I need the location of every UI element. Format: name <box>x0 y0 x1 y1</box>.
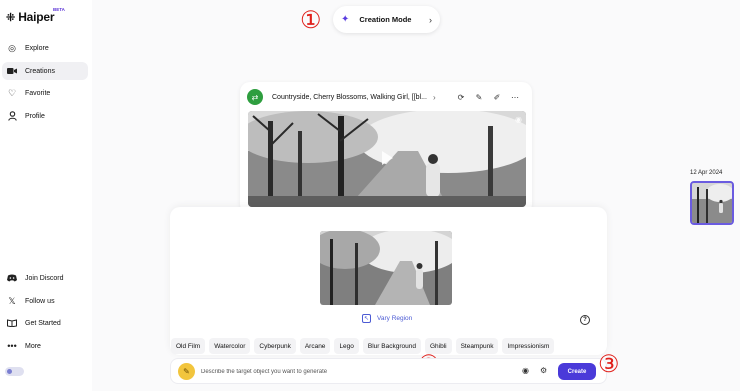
sidebar-item-label: Creations <box>25 67 55 75</box>
video-prompt[interactable]: Countryside, Cherry Blossoms, Walking Gi… <box>272 94 427 101</box>
style-chip[interactable]: Steampunk <box>455 338 499 354</box>
brush-icon[interactable]: ✎ <box>178 363 195 380</box>
region-preview-image[interactable] <box>320 231 452 305</box>
sidebar-item-creations[interactable]: Creations <box>2 62 88 80</box>
sidebar-item-label: More <box>25 342 41 350</box>
style-chip[interactable]: Lego <box>334 338 359 354</box>
x-icon: 𝕏 <box>8 295 16 306</box>
edit-badge-icon: ⇄ <box>247 89 263 105</box>
more-icon: ••• <box>7 341 17 351</box>
vary-region-label: Vary Region <box>377 315 413 322</box>
sidebar-item-label: Explore <box>25 44 49 52</box>
sidebar-item-favorite[interactable]: ♡ Favorite <box>2 84 88 102</box>
sidebar-item-explore[interactable]: ◎ Explore <box>2 39 88 57</box>
edit-icon[interactable]: ✎ <box>473 91 485 103</box>
video-card: ⇄ Countryside, Cherry Blossoms, Walking … <box>240 82 532 214</box>
chevron-right-icon[interactable]: › <box>433 93 436 102</box>
creation-mode-label: Creation Mode <box>359 15 412 24</box>
style-chip[interactable]: Impressionism <box>502 338 555 354</box>
sidebar-item-label: Profile <box>25 112 45 120</box>
style-chip[interactable]: Watercolor <box>209 338 251 354</box>
heart-icon: ♡ <box>7 87 17 98</box>
history-date: 12 Apr 2024 <box>690 170 723 176</box>
sidebar-item-more[interactable]: ••• More <box>2 337 88 355</box>
eye-icon[interactable]: ◉ <box>522 366 529 375</box>
logo[interactable]: ⁜ Haiper BETA <box>6 7 65 24</box>
help-icon[interactable]: ? <box>580 315 590 325</box>
create-button[interactable]: Create <box>558 363 596 380</box>
vary-region-icon: ↖ <box>362 314 371 323</box>
target-object-input[interactable] <box>201 365 501 378</box>
compass-icon: ◎ <box>8 42 16 53</box>
annotation-marker-3: ③ <box>598 350 620 378</box>
style-chip[interactable]: Cyberpunk <box>254 338 296 354</box>
sidebar-item-get-started[interactable]: Get Started <box>2 314 88 332</box>
video-icon <box>7 66 17 76</box>
book-icon <box>7 318 17 328</box>
app-name: Haiper <box>18 10 55 24</box>
beta-badge: BETA <box>53 7 65 12</box>
video-card-header: ⇄ Countryside, Cherry Blossoms, Walking … <box>247 88 526 106</box>
creation-mode-button[interactable]: ✦ Creation Mode › <box>333 6 440 33</box>
history-thumbnail[interactable] <box>690 181 734 225</box>
video-preview[interactable]: ◉ <box>248 111 526 207</box>
history-thumbnail-image <box>692 183 732 223</box>
style-chip[interactable]: Arcane <box>299 338 331 354</box>
region-frame-image <box>320 231 452 305</box>
sidebar-item-label: Follow us <box>25 297 55 305</box>
sidebar: ⁜ Haiper BETA ◎ Explore Creations ♡ Favo… <box>0 0 92 391</box>
vary-region-button[interactable]: ↖ Vary Region <box>362 314 412 323</box>
user-icon <box>7 111 17 121</box>
style-chips: Old Film Watercolor Cyberpunk Arcane Leg… <box>171 338 555 354</box>
sparkle-icon: ✦ <box>341 14 350 25</box>
visibility-icon[interactable]: ◉ <box>515 115 522 124</box>
theme-toggle[interactable] <box>5 367 24 376</box>
brush-icon[interactable]: ✐ <box>491 91 503 103</box>
sidebar-item-label: Favorite <box>25 89 51 97</box>
style-chip[interactable]: Blur Background <box>362 338 421 354</box>
style-chip[interactable]: Old Film <box>171 338 206 354</box>
sidebar-item-label: Get Started <box>25 319 61 327</box>
sidebar-item-join-discord[interactable]: Join Discord <box>2 269 88 287</box>
regenerate-icon[interactable]: ⟳ <box>455 91 467 103</box>
haiper-logo-icon: ⁜ <box>6 11 16 24</box>
more-options-icon[interactable]: ⋯ <box>509 91 521 103</box>
chevron-right-icon: › <box>429 14 432 25</box>
sidebar-item-follow-us[interactable]: 𝕏 Follow us <box>2 292 88 310</box>
annotation-marker-1: ① <box>300 6 322 34</box>
prompt-bar: ✎ ◉ ⚙ Create <box>170 358 607 384</box>
sidebar-item-profile[interactable]: Profile <box>2 107 88 125</box>
settings-sliders-icon[interactable]: ⚙ <box>540 366 547 375</box>
play-icon[interactable] <box>382 151 393 165</box>
sidebar-item-label: Join Discord <box>25 274 64 282</box>
discord-icon <box>7 273 17 283</box>
